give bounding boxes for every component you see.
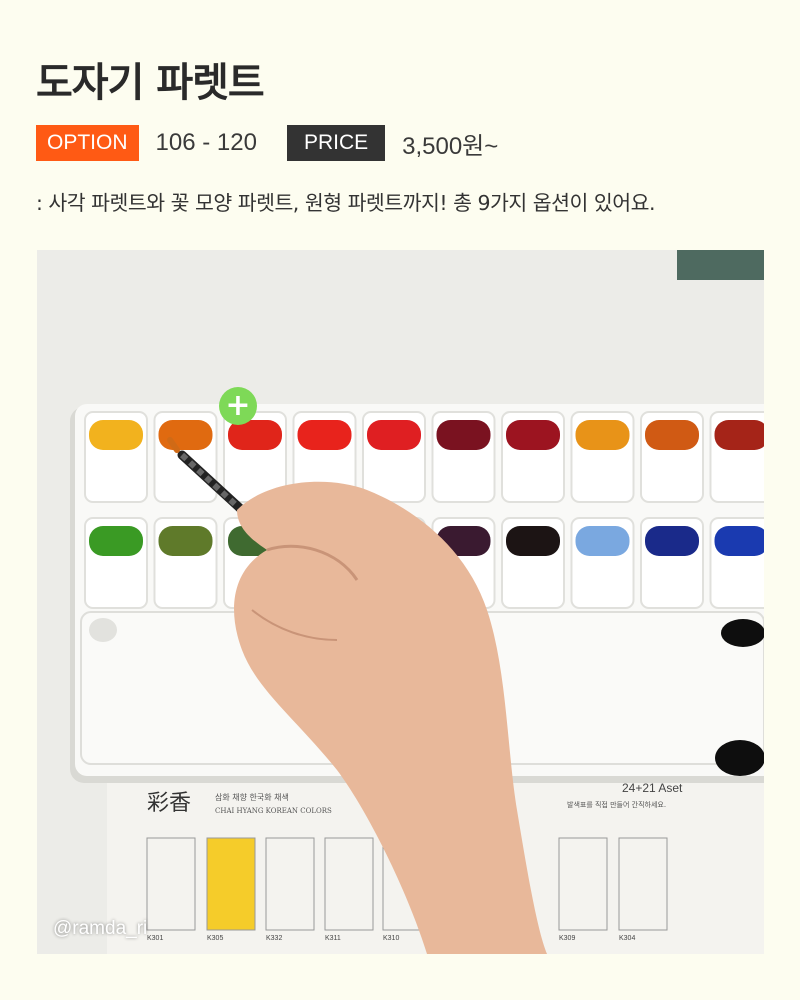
sheet-set: 24+21 Aset — [622, 781, 683, 795]
svg-text:K301: K301 — [147, 935, 163, 942]
sheet-korean: 삼화 채향 한국화 채색 — [215, 792, 289, 802]
svg-text:K305: K305 — [207, 935, 223, 942]
paint-blob — [506, 526, 560, 556]
paint-blob — [714, 420, 764, 450]
svg-text:K309: K309 — [559, 935, 575, 942]
swatch-codes: K301 K305 K332 K311 K310 K309 K304 — [147, 935, 635, 942]
product-photo: 彩香 삼화 채향 한국화 채색 CHAI HYANG KOREAN COLORS… — [37, 250, 764, 954]
paint-blob — [297, 420, 352, 450]
paint-blob — [436, 420, 491, 450]
paint-blob — [367, 420, 421, 450]
option-badge: OPTION — [36, 125, 139, 161]
svg-text:K310: K310 — [383, 935, 399, 942]
page-title: 도자기 파렛트 — [36, 60, 265, 106]
svg-text:K304: K304 — [619, 935, 635, 942]
svg-text:K332: K332 — [266, 935, 282, 942]
paint-blob — [158, 526, 213, 556]
paint-blob — [575, 420, 630, 450]
photo-credit: @ramda_ri — [53, 918, 148, 939]
paint-blob — [89, 526, 143, 556]
price-badge: PRICE — [286, 125, 386, 161]
meta-row: OPTION 106 - 120 PRICE 3,500원~ — [36, 125, 498, 161]
sheet-subtitle: CHAI HYANG KOREAN COLORS — [215, 807, 332, 815]
svg-text:K311: K311 — [325, 935, 341, 942]
paint-blob — [506, 420, 560, 450]
paint-blob — [158, 420, 213, 450]
paint-blob — [645, 526, 699, 556]
sheet-note: 발색표를 직접 만들어 간직하세요. — [567, 800, 666, 809]
description: : 사각 파렛트와 꽃 모양 파렛트, 원형 파렛트까지! 총 9가지 옵션이 … — [36, 191, 655, 215]
paint-blob — [714, 526, 764, 556]
sheet-heading: 彩香 — [147, 791, 191, 816]
paint-blob — [89, 420, 143, 450]
add-icon[interactable]: + — [219, 387, 257, 425]
paint-blob — [575, 526, 630, 556]
palette-illustration: 彩香 삼화 채향 한국화 채색 CHAI HYANG KOREAN COLORS… — [37, 250, 764, 954]
option-range: 106 - 120 — [155, 129, 257, 156]
price-value: 3,500원~ — [402, 132, 499, 160]
paint-blob — [645, 420, 699, 450]
